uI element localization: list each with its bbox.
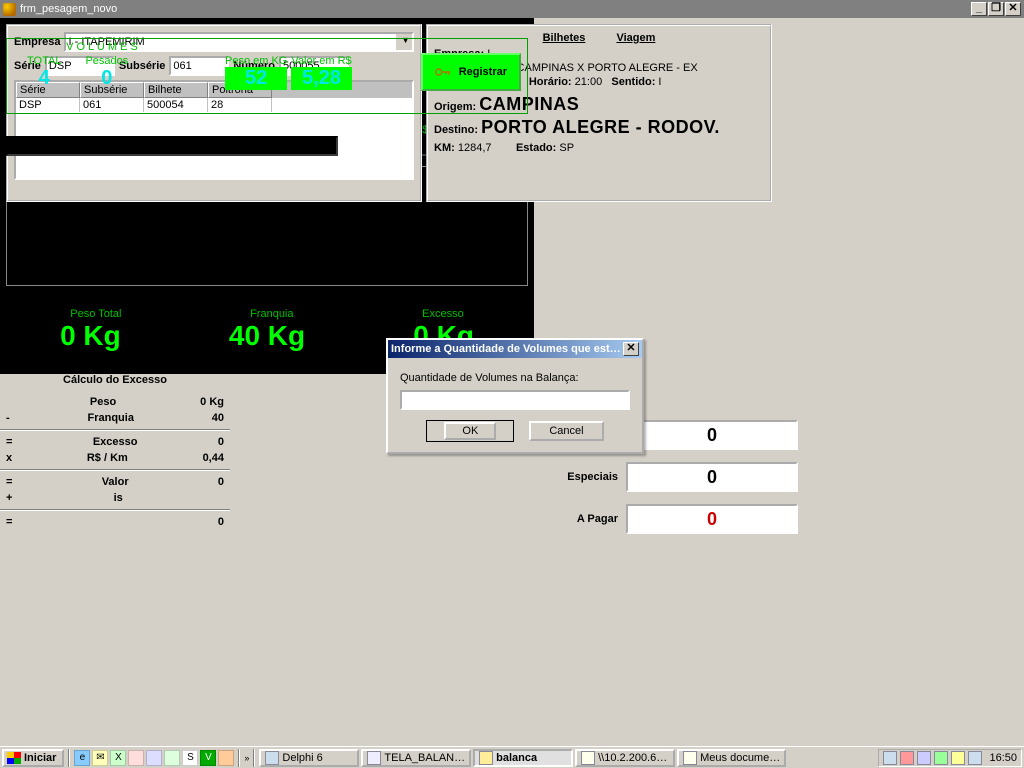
peso-total-value: 0 Kg	[60, 320, 121, 352]
valor-rs-label: Valor em R$	[291, 55, 351, 67]
cancel-button[interactable]: Cancel	[529, 421, 603, 441]
trip-hora-label: Horário:	[529, 76, 572, 88]
task-documents[interactable]: Meus docume…	[677, 749, 786, 767]
calc-especiais-label: is	[114, 492, 123, 504]
quantity-input[interactable]	[400, 390, 630, 410]
especiais-row-label: Especiais	[548, 471, 626, 483]
volumes-heading: V O L U M E S	[27, 41, 177, 53]
volume-especial-select[interactable]	[6, 136, 338, 156]
excesso-label: Excesso	[422, 308, 464, 320]
trip-destino-label: Destino:	[434, 124, 478, 136]
trip-km-label: KM:	[434, 142, 455, 154]
quantity-dialog: Informe a Quantidade de Volumes que est……	[386, 338, 644, 454]
calc-rskm-label: R$ / Km	[87, 452, 128, 464]
tray-icon-2[interactable]	[900, 751, 914, 765]
trip-hora-value: 21:00	[575, 76, 603, 88]
task-network[interactable]: \\10.2.200.6…	[575, 749, 675, 767]
form-icon	[479, 751, 493, 765]
folder-icon	[683, 751, 697, 765]
total-row-value: 0	[626, 420, 798, 450]
trip-sentido-label: Sentido:	[611, 76, 655, 88]
calc-valor-label: Valor	[102, 476, 129, 488]
outlook-icon[interactable]: ✉	[92, 750, 108, 766]
app-icon-1[interactable]	[128, 750, 144, 766]
dialog-prompt: Quantidade de Volumes na Balança:	[400, 372, 630, 384]
trip-destino-value: PORTO ALEGRE - RODOV.	[481, 117, 720, 137]
app-icon-5[interactable]: V	[200, 750, 216, 766]
calc-panel: Cálculo do Excesso Peso0 Kg -Franquia40 …	[0, 374, 230, 530]
calc-excesso-value: 0	[218, 436, 224, 448]
clock: 16:50	[989, 752, 1017, 764]
app-icon-4[interactable]: S	[182, 750, 198, 766]
calc-franquia-value: 40	[212, 412, 224, 424]
maximize-button[interactable]: ❐	[988, 2, 1004, 16]
taskbar: Iniciar e ✉ X S V » Delphi 6 TELA_BALAN……	[0, 746, 1024, 768]
quick-launch: e ✉ X S V	[74, 750, 234, 766]
ok-button[interactable]: OK	[426, 420, 514, 442]
task-telabalan[interactable]: TELA_BALAN…	[361, 749, 471, 767]
registrar-button[interactable]: Registrar	[421, 53, 521, 91]
folder-icon	[581, 751, 595, 765]
pesados-value: 0	[85, 67, 128, 90]
trip-estado-label: Estado:	[516, 142, 556, 154]
window-title: frm_pesagem_novo	[20, 3, 117, 15]
peso-total-label: Peso Total	[70, 308, 121, 320]
excel-icon[interactable]: X	[110, 750, 126, 766]
task-balanca[interactable]: balanca	[473, 749, 573, 767]
dialog-title: Informe a Quantidade de Volumes que est…	[391, 343, 621, 355]
pesados-label: Pesados	[85, 55, 128, 67]
task-delphi[interactable]: Delphi 6	[259, 749, 359, 767]
peso-kg-value: 52	[225, 67, 287, 90]
tray-icon-4[interactable]	[934, 751, 948, 765]
calc-peso-value: 0 Kg	[200, 396, 224, 408]
total-label: TOTAL	[27, 55, 61, 67]
calc-excesso-label: Excesso	[93, 436, 138, 448]
total-value: 4	[27, 67, 61, 90]
trip-km-value: 1284,7	[458, 142, 492, 154]
tray-icon-1[interactable]	[883, 751, 897, 765]
trip-estado-value: SP	[559, 142, 574, 154]
ie-icon[interactable]: e	[74, 750, 90, 766]
app-icon-3[interactable]	[164, 750, 180, 766]
minimize-button[interactable]: _	[971, 2, 987, 16]
word-icon	[367, 751, 381, 765]
tray-icon-3[interactable]	[917, 751, 931, 765]
calc-title: Cálculo do Excesso	[0, 374, 230, 386]
calc-total-value: 0	[218, 516, 224, 528]
app-icon	[3, 3, 16, 16]
franquia-value: 40 Kg	[229, 320, 305, 352]
calc-valor-value: 0	[218, 476, 224, 488]
app-icon-6[interactable]	[218, 750, 234, 766]
calc-franquia-label: Franquia	[87, 412, 133, 424]
key-icon	[435, 65, 453, 79]
calc-peso-label: Peso	[90, 396, 116, 408]
valor-rs-value: 5,28	[291, 67, 351, 90]
especiais-row-value: 0	[626, 462, 798, 492]
peso-kg-label: Peso em KG	[225, 55, 287, 67]
apagar-row-label: A Pagar	[548, 513, 626, 525]
start-button[interactable]: Iniciar	[2, 749, 64, 767]
delphi-icon	[265, 751, 279, 765]
app-icon-2[interactable]	[146, 750, 162, 766]
system-tray: 16:50	[878, 749, 1022, 767]
apagar-row-value: 0	[626, 504, 798, 534]
calc-rskm-value: 0,44	[203, 452, 224, 464]
window-titlebar: frm_pesagem_novo _ ❐ ✕	[0, 0, 1024, 18]
franquia-label: Franquia	[250, 308, 293, 320]
windows-icon	[7, 752, 21, 764]
tray-icon-6[interactable]	[968, 751, 982, 765]
trip-sentido-value: I	[658, 76, 661, 88]
tab-bilhetes[interactable]: Bilhetes	[543, 32, 586, 44]
tab-viagem[interactable]: Viagem	[616, 32, 655, 44]
tray-icon-5[interactable]	[951, 751, 965, 765]
dialog-close-button[interactable]: ✕	[623, 342, 639, 356]
close-button[interactable]: ✕	[1005, 2, 1021, 16]
